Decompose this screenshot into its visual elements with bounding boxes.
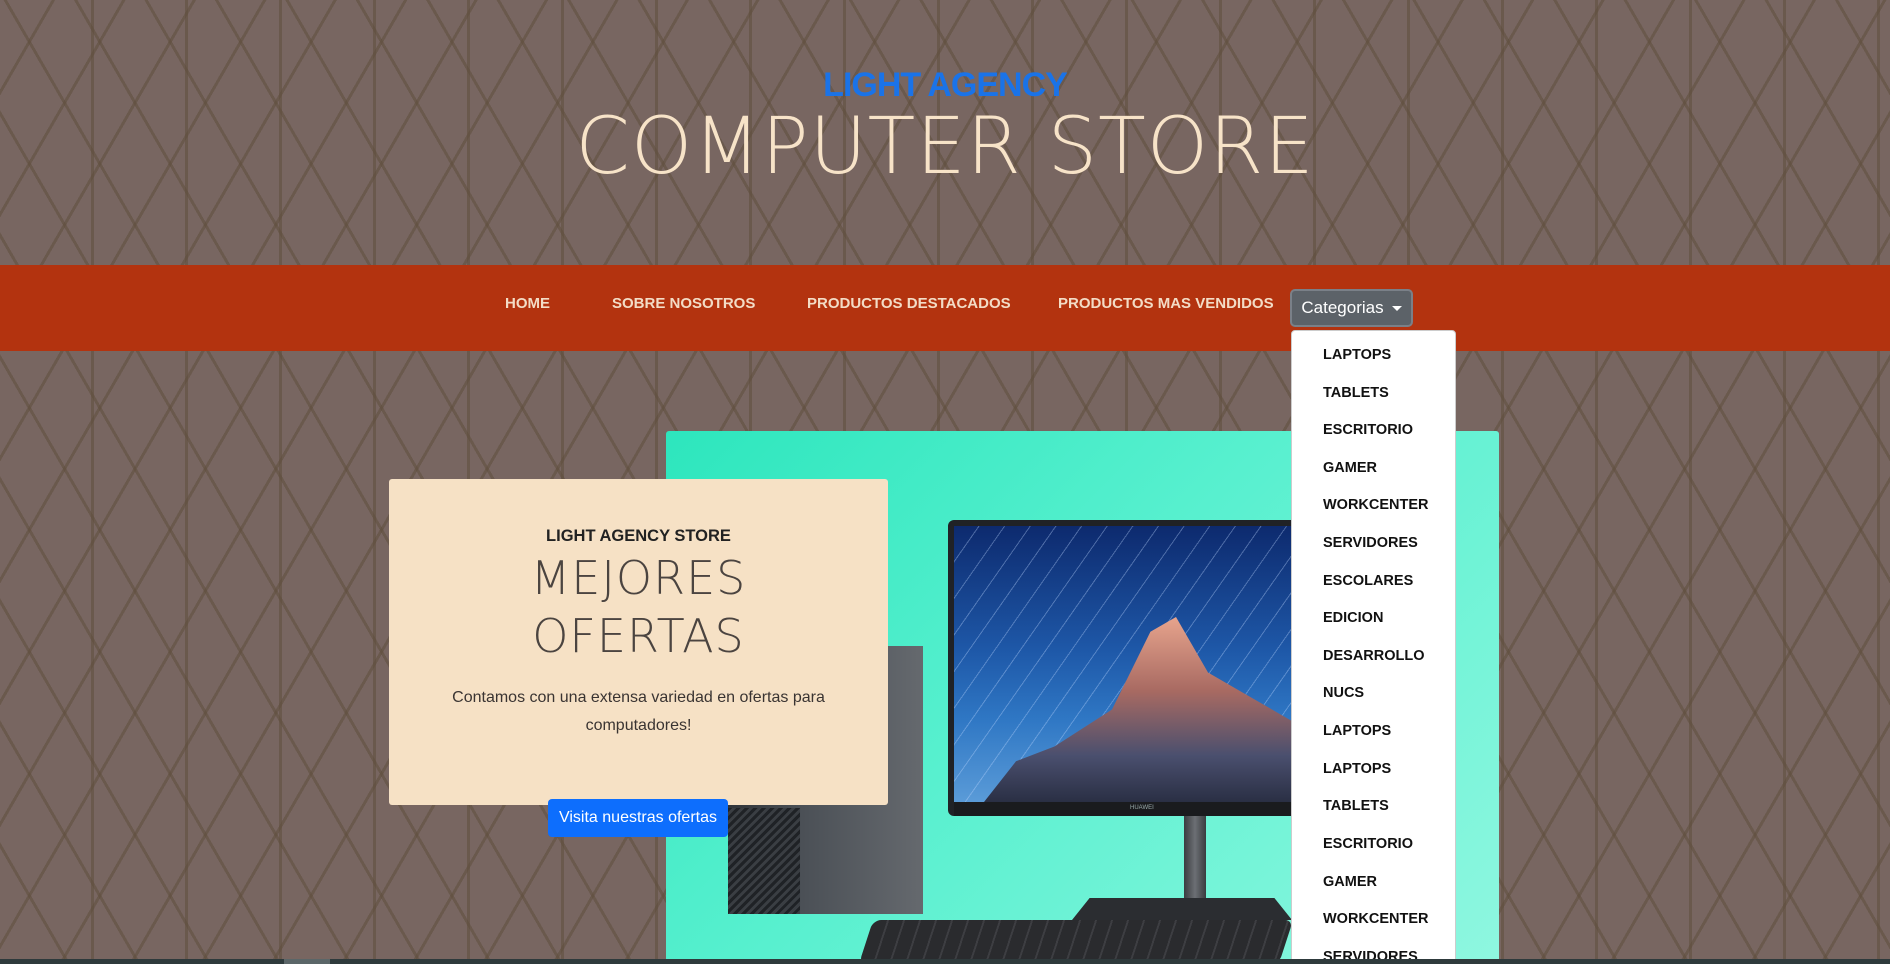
promo-title: MEJORES OFERTAS bbox=[389, 549, 888, 665]
dropdown-item-tablets[interactable]: TABLETS bbox=[1323, 385, 1389, 401]
visit-offers-button[interactable]: Visita nuestras ofertas bbox=[548, 799, 728, 837]
brand-subtitle: LIGHT AGENCY bbox=[823, 66, 1068, 104]
dropdown-item-servidores[interactable]: SERVIDORES bbox=[1323, 535, 1418, 551]
scrollbar-thumb[interactable] bbox=[284, 959, 330, 964]
monitor-screen bbox=[954, 526, 1308, 802]
dropdown-item-tablets-2[interactable]: TABLETS bbox=[1323, 798, 1389, 814]
dropdown-item-gamer-2[interactable]: GAMER bbox=[1323, 874, 1377, 890]
dropdown-item-workcenter-2[interactable]: WORKCENTER bbox=[1323, 911, 1429, 927]
categorias-dropdown-label: Categorias bbox=[1301, 298, 1384, 317]
dropdown-item-nucs[interactable]: NUCS bbox=[1323, 685, 1364, 701]
nav-productos-mas-vendidos[interactable]: PRODUCTOS MAS VENDIDOS bbox=[1058, 295, 1274, 312]
promo-description: Contamos con una extensa variedad en ofe… bbox=[452, 689, 825, 734]
dropdown-item-edicion[interactable]: EDICION bbox=[1323, 610, 1383, 626]
caret-down-icon bbox=[1391, 305, 1402, 311]
promo-title-line1: MEJORES bbox=[530, 551, 747, 605]
site-header: LIGHT AGENCY COMPUTER STORE bbox=[0, 0, 1890, 265]
dropdown-item-workcenter[interactable]: WORKCENTER bbox=[1323, 497, 1429, 513]
dropdown-item-gamer[interactable]: GAMER bbox=[1323, 460, 1377, 476]
dropdown-item-escritorio[interactable]: ESCRITORIO bbox=[1323, 422, 1413, 438]
promo-subtitle: LIGHT AGENCY STORE bbox=[546, 527, 731, 545]
dropdown-item-desarrollo[interactable]: DESARROLLO bbox=[1323, 648, 1425, 664]
dropdown-item-escritorio-2[interactable]: ESCRITORIO bbox=[1323, 836, 1413, 852]
dropdown-item-escolares[interactable]: ESCOLARES bbox=[1323, 573, 1413, 589]
categorias-dropdown-button[interactable]: Categorias bbox=[1290, 289, 1413, 327]
categorias-dropdown-menu: LAPTOPS TABLETS ESCRITORIO GAMER WORKCEN… bbox=[1291, 330, 1456, 964]
monitor-stand-base bbox=[1072, 898, 1292, 920]
pc-tower-vent bbox=[728, 808, 800, 914]
nav-home[interactable]: HOME bbox=[505, 295, 550, 312]
monitor-stand bbox=[1184, 816, 1206, 912]
promo-title-line2: OFERTAS bbox=[532, 609, 745, 663]
keyboard-image bbox=[858, 920, 1294, 964]
promo-card: LIGHT AGENCY STORE MEJORES OFERTAS Conta… bbox=[389, 479, 888, 805]
nav-sobre-nosotros[interactable]: SOBRE NOSOTROS bbox=[612, 295, 755, 312]
nav-productos-destacados[interactable]: PRODUCTOS DESTACADOS bbox=[807, 295, 1011, 312]
brand-title: COMPUTER STORE bbox=[575, 102, 1315, 192]
dropdown-item-laptops-3[interactable]: LAPTOPS bbox=[1323, 761, 1391, 777]
dropdown-item-laptops-2[interactable]: LAPTOPS bbox=[1323, 723, 1391, 739]
dropdown-item-laptops[interactable]: LAPTOPS bbox=[1323, 347, 1391, 363]
monitor-brand-label: HUAWEI bbox=[1130, 805, 1154, 811]
main-navbar: HOME SOBRE NOSOTROS PRODUCTOS DESTACADOS… bbox=[0, 265, 1890, 351]
